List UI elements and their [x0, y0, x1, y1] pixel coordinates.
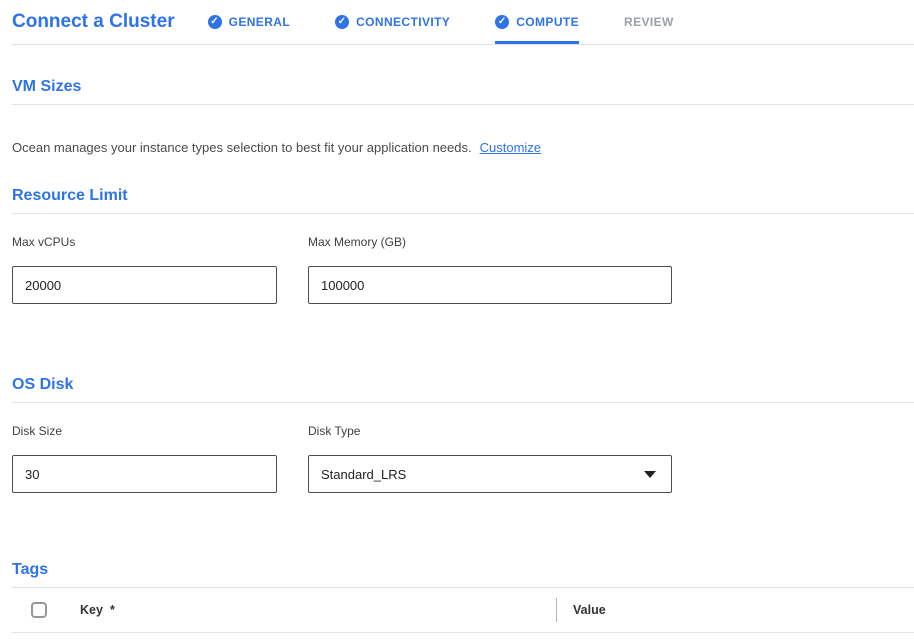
- resource-limit-fields: Max vCPUs Max Memory (GB): [12, 235, 914, 304]
- tab-review-label: REVIEW: [624, 15, 674, 29]
- max-memory-field-group: Max Memory (GB): [308, 235, 672, 304]
- caret-down-icon: [644, 471, 656, 478]
- disk-type-selected-value: Standard_LRS: [321, 467, 406, 482]
- tags-key-label: Key: [80, 603, 103, 617]
- disk-size-field-group: Disk Size: [12, 424, 277, 493]
- tab-connectivity-label: CONNECTIVITY: [356, 15, 450, 29]
- tab-compute-label: COMPUTE: [516, 15, 579, 29]
- disk-type-select[interactable]: Standard_LRS: [308, 455, 672, 493]
- max-memory-label: Max Memory (GB): [308, 235, 672, 249]
- tab-review[interactable]: REVIEW: [624, 0, 674, 44]
- max-vcpus-field-group: Max vCPUs: [12, 235, 277, 304]
- check-circle-icon: ✓: [208, 15, 222, 29]
- tags-heading: Tags: [12, 561, 914, 588]
- tab-connectivity[interactable]: ✓ CONNECTIVITY: [335, 0, 450, 44]
- select-all-checkbox[interactable]: [31, 602, 47, 618]
- wizard-header: Connect a Cluster ✓ GENERAL ✓ CONNECTIVI…: [12, 0, 914, 45]
- max-vcpus-input[interactable]: [12, 266, 277, 304]
- resource-limit-heading: Resource Limit: [12, 187, 914, 214]
- tags-key-required-marker: *: [110, 603, 115, 617]
- disk-type-label: Disk Type: [308, 424, 672, 438]
- vm-sizes-description-text: Ocean manages your instance types select…: [12, 140, 472, 155]
- page-title: Connect a Cluster: [12, 11, 175, 33]
- vm-sizes-description: Ocean manages your instance types select…: [12, 140, 914, 155]
- customize-link[interactable]: Customize: [480, 140, 541, 155]
- disk-type-field-group: Disk Type Standard_LRS: [308, 424, 672, 493]
- tab-general[interactable]: ✓ GENERAL: [208, 0, 290, 44]
- os-disk-heading: OS Disk: [12, 376, 914, 403]
- tab-general-label: GENERAL: [229, 15, 290, 29]
- tags-table-header: Key * Value: [12, 588, 914, 633]
- tags-key-column-header: Key *: [80, 603, 556, 617]
- vm-sizes-heading: VM Sizes: [12, 78, 914, 105]
- os-disk-fields: Disk Size Disk Type Standard_LRS: [12, 424, 914, 493]
- check-circle-icon: ✓: [495, 15, 509, 29]
- column-separator: [556, 598, 557, 622]
- disk-size-label: Disk Size: [12, 424, 277, 438]
- tags-value-column-header: Value: [573, 603, 606, 617]
- check-circle-icon: ✓: [335, 15, 349, 29]
- tab-compute[interactable]: ✓ COMPUTE: [495, 0, 579, 44]
- max-memory-input[interactable]: [308, 266, 672, 304]
- wizard-tabs: ✓ GENERAL ✓ CONNECTIVITY ✓ COMPUTE REVIE…: [208, 0, 719, 44]
- disk-size-input[interactable]: [12, 455, 277, 493]
- max-vcpus-label: Max vCPUs: [12, 235, 277, 249]
